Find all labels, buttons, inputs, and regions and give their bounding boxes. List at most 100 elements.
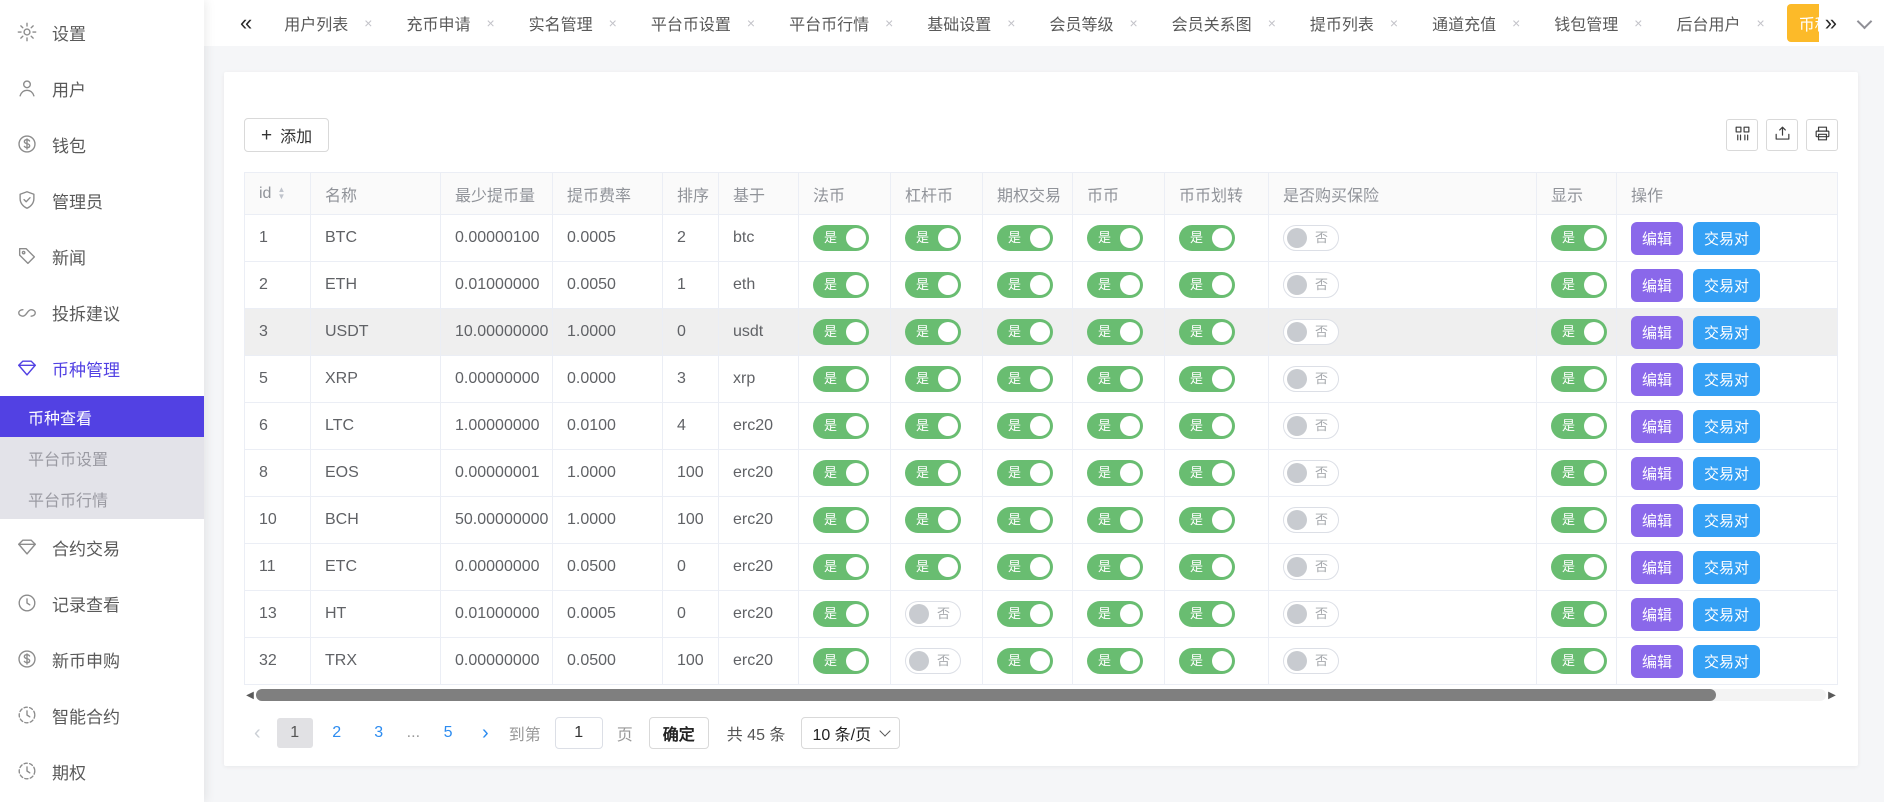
trading-pair-button[interactable]: 交易对 [1693, 222, 1760, 255]
tabs-scroll-right-icon[interactable]: » [1819, 10, 1843, 36]
toggle-coin-on[interactable]: 是 [1087, 272, 1143, 298]
toggle-option-on[interactable]: 是 [997, 413, 1053, 439]
toggle-coin-on[interactable]: 是 [1087, 601, 1143, 627]
toggle-leverage-off[interactable]: 否 [905, 601, 961, 627]
tab-close-icon[interactable]: × [1129, 16, 1137, 30]
page-button-1[interactable]: 1 [277, 718, 313, 748]
edit-button[interactable]: 编辑 [1631, 457, 1683, 490]
columns-button[interactable] [1726, 119, 1758, 151]
sidebar-item-记录查看[interactable]: 记录查看 [0, 575, 204, 631]
toggle-option-on[interactable]: 是 [997, 225, 1053, 251]
sidebar-subitem-平台币行情[interactable]: 平台币行情 [0, 478, 204, 519]
page-prev-icon[interactable]: ‹ [244, 722, 271, 745]
tab-close-icon[interactable]: × [486, 16, 494, 30]
sidebar-item-用户[interactable]: 用户 [0, 60, 204, 116]
toggle-leverage-on[interactable]: 是 [905, 319, 961, 345]
sidebar-item-期权[interactable]: 期权 [0, 743, 204, 799]
goto-page-input[interactable] [555, 717, 603, 749]
toggle-show-on[interactable]: 是 [1551, 554, 1607, 580]
scrollbar-track[interactable] [256, 689, 1826, 701]
sidebar-subitem-币种查看[interactable]: 币种查看 [0, 396, 204, 437]
sidebar-item-投拆建议[interactable]: 投拆建议 [0, 284, 204, 340]
toggle-insurance-off[interactable]: 否 [1283, 507, 1339, 533]
toggle-leverage-on[interactable]: 是 [905, 460, 961, 486]
toggle-transfer-on[interactable]: 是 [1179, 225, 1235, 251]
toggle-insurance-off[interactable]: 否 [1283, 366, 1339, 392]
sidebar-item-钱包[interactable]: 钱包 [0, 116, 204, 172]
toggle-show-on[interactable]: 是 [1551, 272, 1607, 298]
toggle-coin-on[interactable]: 是 [1087, 225, 1143, 251]
toggle-fiat-on[interactable]: 是 [813, 413, 869, 439]
tab-close-icon[interactable]: × [1634, 16, 1642, 30]
toggle-fiat-on[interactable]: 是 [813, 507, 869, 533]
sidebar-item-智能合约[interactable]: 智能合约 [0, 687, 204, 743]
edit-button[interactable]: 编辑 [1631, 316, 1683, 349]
toggle-show-on[interactable]: 是 [1551, 460, 1607, 486]
toggle-transfer-on[interactable]: 是 [1179, 413, 1235, 439]
trading-pair-button[interactable]: 交易对 [1693, 363, 1760, 396]
toggle-insurance-off[interactable]: 否 [1283, 460, 1339, 486]
tab-后台用户[interactable]: 后台用户× [1664, 4, 1776, 42]
edit-button[interactable]: 编辑 [1631, 551, 1683, 584]
add-button[interactable]: + 添加 [244, 118, 329, 152]
tab-充币申请[interactable]: 充币申请× [394, 4, 506, 42]
toggle-option-on[interactable]: 是 [997, 272, 1053, 298]
trading-pair-button[interactable]: 交易对 [1693, 551, 1760, 584]
toggle-insurance-off[interactable]: 否 [1283, 601, 1339, 627]
toggle-option-on[interactable]: 是 [997, 601, 1053, 627]
trading-pair-button[interactable]: 交易对 [1693, 316, 1760, 349]
edit-button[interactable]: 编辑 [1631, 269, 1683, 302]
toggle-show-on[interactable]: 是 [1551, 225, 1607, 251]
scroll-left-icon[interactable]: ◀ [244, 690, 256, 701]
toggle-fiat-on[interactable]: 是 [813, 272, 869, 298]
trading-pair-button[interactable]: 交易对 [1693, 269, 1760, 302]
toggle-show-on[interactable]: 是 [1551, 413, 1607, 439]
trading-pair-button[interactable]: 交易对 [1693, 645, 1760, 678]
tab-会员等级[interactable]: 会员等级× [1037, 4, 1149, 42]
toggle-transfer-on[interactable]: 是 [1179, 460, 1235, 486]
tab-平台币行情[interactable]: 平台币行情× [777, 4, 905, 42]
tab-close-icon[interactable]: × [1390, 16, 1398, 30]
toggle-show-on[interactable]: 是 [1551, 366, 1607, 392]
scroll-right-icon[interactable]: ▶ [1826, 690, 1838, 701]
toggle-fiat-on[interactable]: 是 [813, 460, 869, 486]
toggle-leverage-on[interactable]: 是 [905, 272, 961, 298]
toggle-option-on[interactable]: 是 [997, 460, 1053, 486]
toggle-coin-on[interactable]: 是 [1087, 366, 1143, 392]
sidebar-item-新闻[interactable]: 新闻 [0, 228, 204, 284]
tab-close-icon[interactable]: × [1007, 16, 1015, 30]
toggle-coin-on[interactable]: 是 [1087, 648, 1143, 674]
confirm-button[interactable]: 确定 [649, 717, 709, 749]
toggle-option-on[interactable]: 是 [997, 319, 1053, 345]
trading-pair-button[interactable]: 交易对 [1693, 598, 1760, 631]
tab-close-icon[interactable]: × [609, 16, 617, 30]
trading-pair-button[interactable]: 交易对 [1693, 457, 1760, 490]
toggle-transfer-on[interactable]: 是 [1179, 366, 1235, 392]
toggle-leverage-on[interactable]: 是 [905, 366, 961, 392]
tab-close-icon[interactable]: × [747, 16, 755, 30]
page-button-2[interactable]: 2 [319, 718, 355, 748]
toggle-coin-on[interactable]: 是 [1087, 507, 1143, 533]
tab-用户列表[interactable]: 用户列表× [272, 4, 384, 42]
tab-币种查看[interactable]: 币种查看× [1787, 4, 1819, 42]
scrollbar-thumb[interactable] [256, 689, 1716, 701]
toggle-insurance-off[interactable]: 否 [1283, 648, 1339, 674]
toggle-show-on[interactable]: 是 [1551, 601, 1607, 627]
toggle-coin-on[interactable]: 是 [1087, 460, 1143, 486]
toggle-leverage-off[interactable]: 否 [905, 648, 961, 674]
toggle-coin-on[interactable]: 是 [1087, 413, 1143, 439]
toggle-show-on[interactable]: 是 [1551, 648, 1607, 674]
toggle-coin-on[interactable]: 是 [1087, 319, 1143, 345]
edit-button[interactable]: 编辑 [1631, 598, 1683, 631]
toggle-show-on[interactable]: 是 [1551, 507, 1607, 533]
page-button-3[interactable]: 3 [361, 718, 397, 748]
trading-pair-button[interactable]: 交易对 [1693, 504, 1760, 537]
toggle-insurance-off[interactable]: 否 [1283, 319, 1339, 345]
edit-button[interactable]: 编辑 [1631, 504, 1683, 537]
toggle-option-on[interactable]: 是 [997, 507, 1053, 533]
toggle-fiat-on[interactable]: 是 [813, 648, 869, 674]
print-button[interactable] [1806, 119, 1838, 151]
column-header-id[interactable]: id▲▼ [245, 173, 311, 215]
sidebar-subitem-平台币设置[interactable]: 平台币设置 [0, 437, 204, 478]
toggle-coin-on[interactable]: 是 [1087, 554, 1143, 580]
